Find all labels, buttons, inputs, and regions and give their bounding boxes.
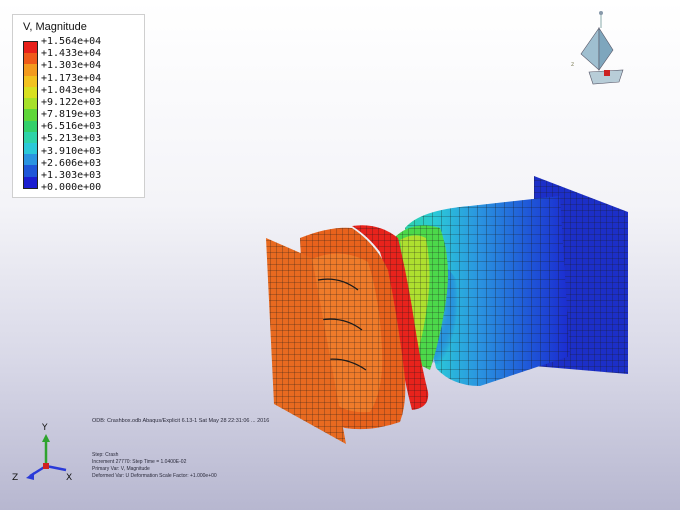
triad-z-label: Z (12, 473, 18, 483)
triad-x-label: X (66, 473, 72, 483)
primary-var-line: Primary Var: V, Magnitude (92, 466, 150, 472)
deformed-var-line: Deformed Var: U Deformation Scale Factor… (92, 473, 217, 479)
deformed-model[interactable] (0, 0, 680, 510)
axis-triad-icon: Y X Z (12, 423, 72, 483)
step-line: Step: Crash (92, 452, 119, 458)
odb-info-line: ODB: Crashbox.odb Abaqus/Explicit 6.13-1… (92, 418, 270, 424)
model-viewport[interactable]: V, Magnitude +1.564e+04 +1.433e+04 +1.303e… (0, 0, 680, 510)
increment-line: Increment 27770: Step Time = 1.0400E-02 (92, 459, 187, 465)
step-info: Step: Crash Increment 27770: Step Time =… (92, 452, 217, 480)
triad-y-label: Y (41, 423, 48, 433)
